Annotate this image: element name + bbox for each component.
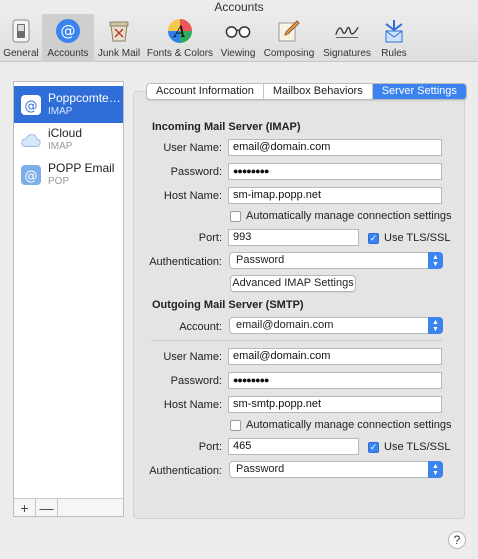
toolbar-label: Composing xyxy=(263,48,315,59)
outgoing-account-value: email@domain.com xyxy=(236,319,334,331)
tab-server-settings[interactable]: Server Settings xyxy=(372,84,466,99)
outgoing-username-field[interactable]: email@domain.com xyxy=(228,348,442,365)
account-name: POPP Email xyxy=(48,161,115,175)
incoming-auto-manage-checkbox[interactable] xyxy=(230,210,241,222)
outgoing-auto-manage-checkbox[interactable] xyxy=(230,419,241,431)
chevron-updown-icon: ▲ ▼ xyxy=(428,317,443,334)
toolbar-label: Viewing xyxy=(220,48,256,59)
account-type: IMAP xyxy=(48,105,73,117)
accounts-list: @ Poppcomte… IMAP iCloud IMAP @ POPP Ema… xyxy=(13,81,124,517)
account-name: Poppcomte… xyxy=(48,91,121,105)
account-item-poppcomte[interactable]: @ Poppcomte… IMAP xyxy=(14,86,123,123)
toolbar-viewing[interactable]: Viewing xyxy=(216,14,260,62)
chevron-updown-icon: ▲ ▼ xyxy=(428,461,443,478)
incoming-hostname-field[interactable]: sm-imap.popp.net xyxy=(228,187,442,204)
at-sign-icon: @ xyxy=(21,94,41,115)
fonts-colors-icon: A xyxy=(167,18,193,44)
pencil-icon xyxy=(276,18,302,44)
account-name: iCloud xyxy=(48,126,83,140)
toolbar-label: Signatures xyxy=(323,48,371,59)
incoming-password-field[interactable]: ●●●●●●●● xyxy=(228,163,442,180)
junk-mail-icon xyxy=(106,18,132,44)
toolbar-label: Rules xyxy=(381,48,407,59)
outgoing-password-label: Password: xyxy=(170,375,222,387)
account-tabs: Account Information Mailbox Behaviors Se… xyxy=(146,83,467,100)
window-title: Accounts xyxy=(214,0,264,14)
toolbar-junk-mail[interactable]: Junk Mail xyxy=(94,14,144,62)
svg-text:@: @ xyxy=(61,22,76,40)
incoming-username-label: User Name: xyxy=(163,142,222,154)
toolbar-label: Junk Mail xyxy=(97,48,141,59)
account-type: POP xyxy=(48,175,70,187)
tab-mailbox-behaviors[interactable]: Mailbox Behaviors xyxy=(264,84,373,99)
help-button[interactable]: ? xyxy=(448,531,466,549)
incoming-port-label: Port: xyxy=(198,232,222,244)
advanced-imap-settings-button[interactable]: Advanced IMAP Settings xyxy=(230,275,356,292)
at-sign-icon: @ xyxy=(55,18,81,44)
preferences-toolbar: General @ Accounts Junk Mail A Fonts & C… xyxy=(0,14,478,62)
account-type: IMAP xyxy=(48,140,73,152)
svg-text:A: A xyxy=(172,22,186,41)
incoming-auth-value: Password xyxy=(236,254,285,266)
incoming-port-field[interactable]: 993 xyxy=(228,229,359,246)
toolbar-rules[interactable]: Rules xyxy=(376,14,412,62)
incoming-tls-label: Use TLS/SSL xyxy=(384,232,451,244)
incoming-tls-row[interactable]: ✓ Use TLS/SSL xyxy=(368,232,450,244)
account-item-popp-email[interactable]: @ POPP Email POP xyxy=(14,156,123,193)
outgoing-tls-row[interactable]: ✓ Use TLS/SSL xyxy=(368,441,450,453)
signature-icon xyxy=(334,18,360,44)
cloud-icon xyxy=(21,130,41,150)
outgoing-account-select[interactable]: email@domain.com ▲ ▼ xyxy=(229,317,443,334)
incoming-tls-checkbox[interactable]: ✓ xyxy=(368,232,379,244)
outgoing-auth-select[interactable]: Password ▲ ▼ xyxy=(229,461,443,478)
toolbar-general[interactable]: General xyxy=(0,14,42,62)
incoming-hostname-label: Host Name: xyxy=(163,190,222,202)
outgoing-password-field[interactable]: ●●●●●●●● xyxy=(228,372,442,389)
account-item-icloud[interactable]: iCloud IMAP xyxy=(14,121,123,158)
toolbar-label: Fonts & Colors xyxy=(146,48,214,59)
outgoing-auth-label: Authentication: xyxy=(149,465,222,477)
incoming-auto-manage-row[interactable]: Automatically manage connection settings xyxy=(230,210,451,222)
incoming-auth-label: Authentication: xyxy=(149,256,222,268)
outgoing-section-title: Outgoing Mail Server (SMTP) xyxy=(152,299,304,311)
sidebar-controls: + — xyxy=(14,498,123,516)
outgoing-port-field[interactable]: 465 xyxy=(228,438,359,455)
outgoing-auth-value: Password xyxy=(236,463,285,475)
remove-account-button[interactable]: — xyxy=(36,499,58,516)
tab-account-information[interactable]: Account Information xyxy=(147,84,264,99)
outgoing-hostname-label: Host Name: xyxy=(163,399,222,411)
svg-text:@: @ xyxy=(25,99,38,114)
outgoing-port-label: Port: xyxy=(198,441,222,453)
toolbar-label: General xyxy=(3,48,39,59)
at-sign-icon: @ xyxy=(21,164,41,185)
section-divider xyxy=(151,340,442,341)
toolbar-composing[interactable]: Composing xyxy=(260,14,318,62)
outgoing-tls-label: Use TLS/SSL xyxy=(384,441,451,453)
incoming-password-label: Password: xyxy=(170,166,222,178)
toolbar-accounts[interactable]: @ Accounts xyxy=(42,14,94,62)
outgoing-tls-checkbox[interactable]: ✓ xyxy=(368,441,379,453)
incoming-username-field[interactable]: email@domain.com xyxy=(228,139,442,156)
add-account-button[interactable]: + xyxy=(14,499,36,516)
toolbar-fonts-colors[interactable]: A Fonts & Colors xyxy=(144,14,216,62)
rules-icon xyxy=(381,18,407,44)
toolbar-label: Accounts xyxy=(47,48,89,59)
outgoing-auto-manage-row[interactable]: Automatically manage connection settings xyxy=(230,419,451,431)
outgoing-account-label: Account: xyxy=(179,321,222,333)
svg-text:@: @ xyxy=(25,169,38,184)
outgoing-username-label: User Name: xyxy=(163,351,222,363)
glasses-icon xyxy=(225,18,251,44)
outgoing-auto-manage-label: Automatically manage connection settings xyxy=(246,419,452,431)
incoming-auto-manage-label: Automatically manage connection settings xyxy=(246,210,452,222)
incoming-auth-select[interactable]: Password ▲ ▼ xyxy=(229,252,443,269)
outgoing-hostname-field[interactable]: sm-smtp.popp.net xyxy=(228,396,442,413)
toolbar-signatures[interactable]: Signatures xyxy=(318,14,376,62)
chevron-updown-icon: ▲ ▼ xyxy=(428,252,443,269)
general-switch-icon xyxy=(8,18,34,44)
incoming-section-title: Incoming Mail Server (IMAP) xyxy=(152,121,301,133)
